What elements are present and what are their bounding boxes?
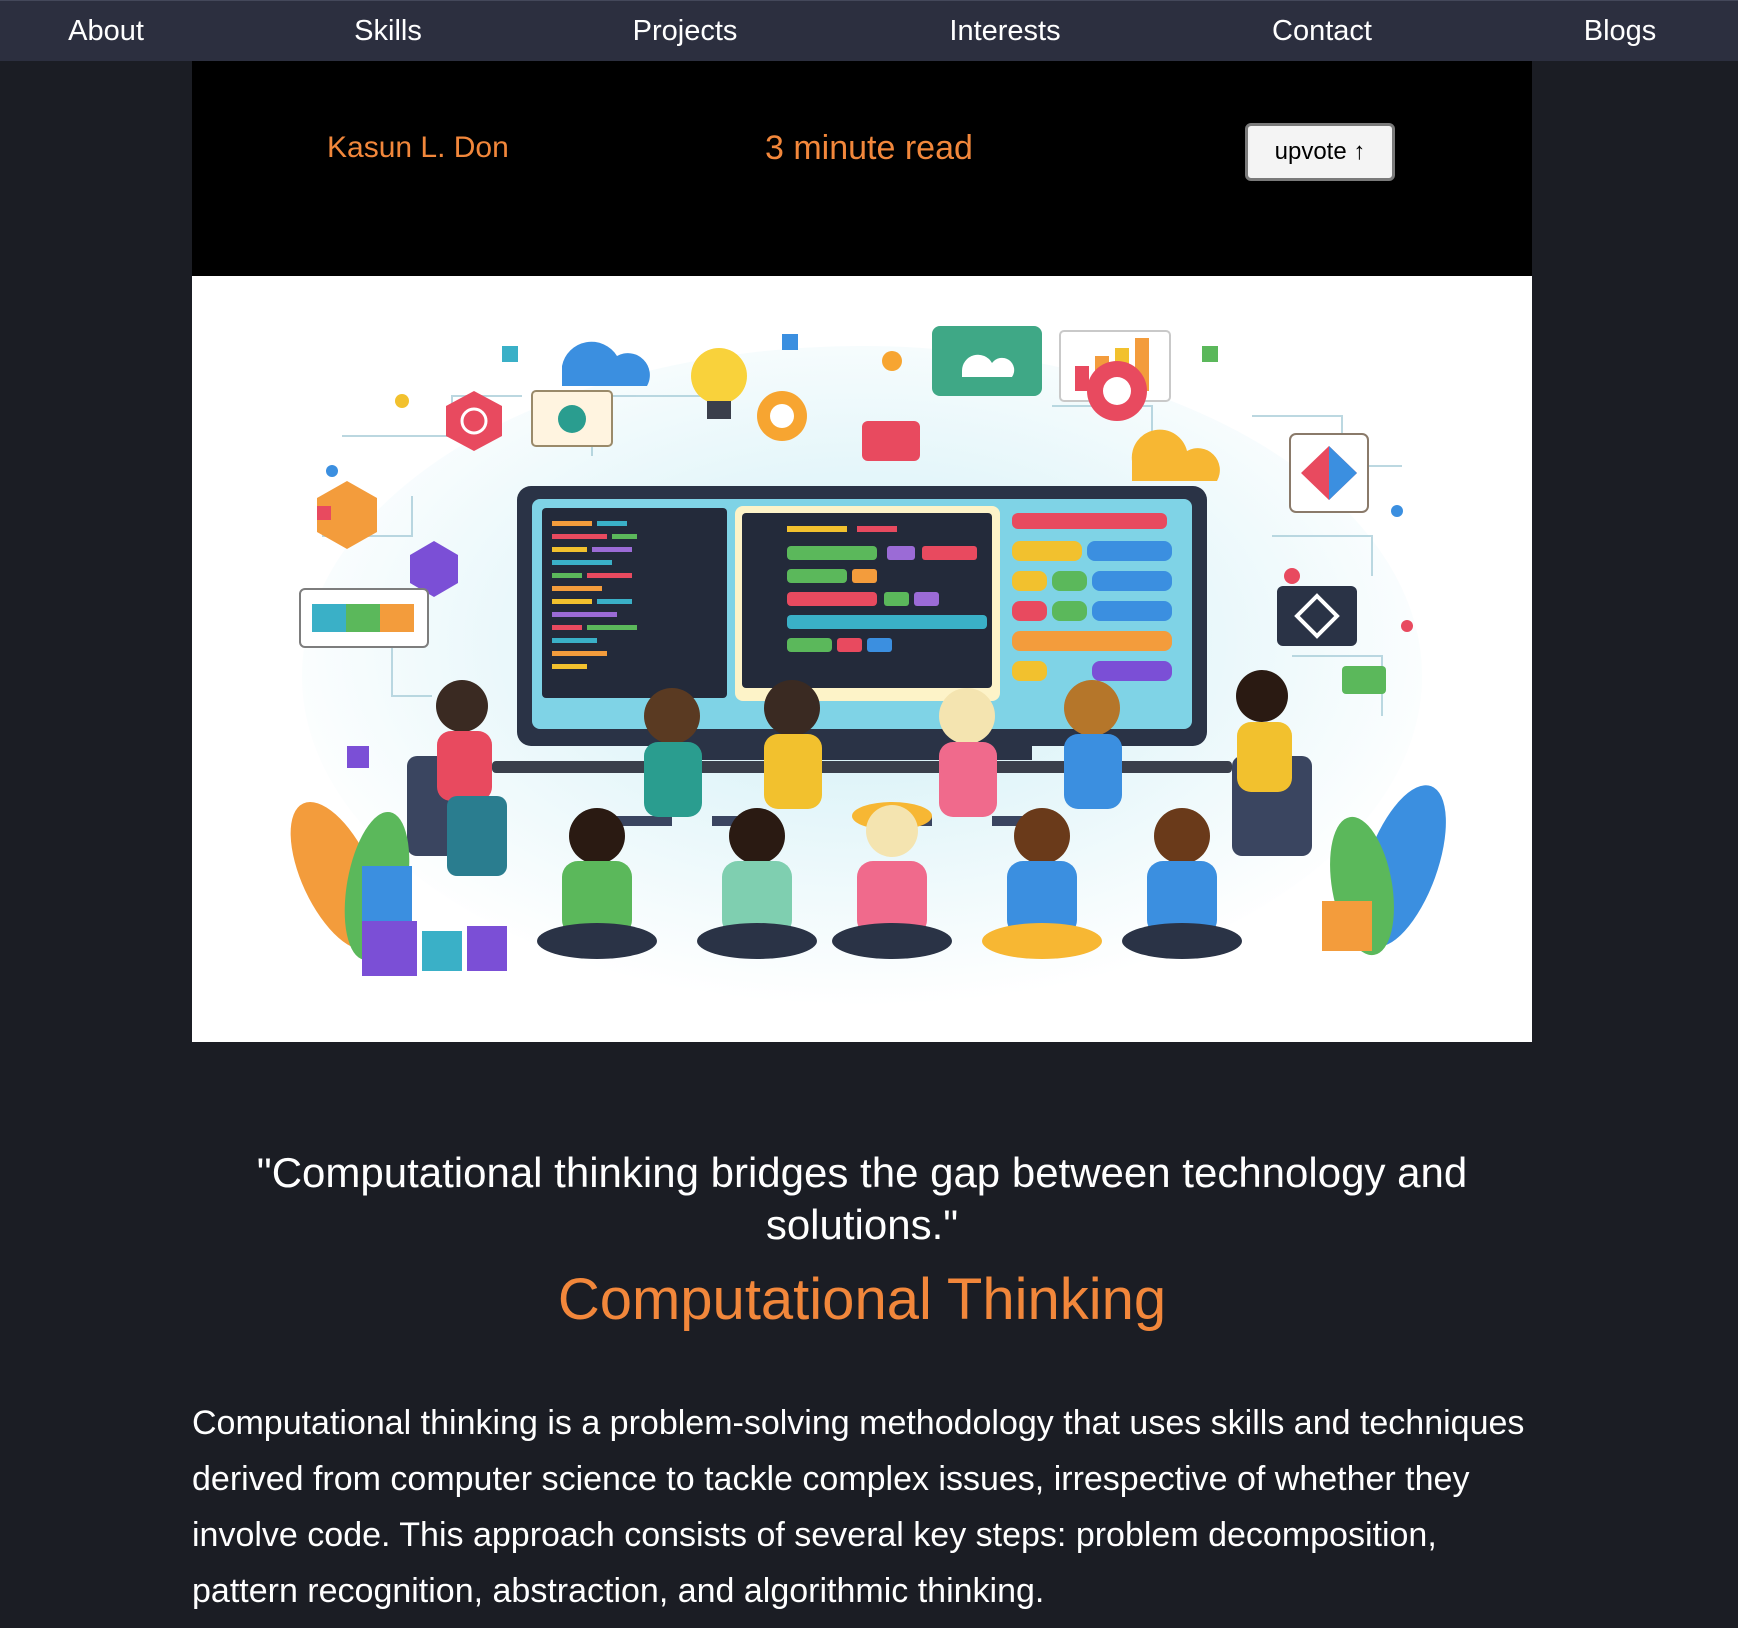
kids-coding-illustration [290, 326, 1446, 1006]
section-paragraph: Computational thinking is a problem-solv… [192, 1404, 1525, 1610]
upvote-button[interactable]: upvote ↑ [1245, 123, 1395, 181]
pull-quote: "Computational thinking bridges the gap … [256, 1149, 1468, 1248]
nav-link-interests[interactable]: Interests [949, 1, 1060, 62]
nav-link-contact[interactable]: Contact [1272, 1, 1372, 62]
author-name: Kasun L. Don [327, 131, 509, 164]
post-meta-bar: Kasun L. Don 3 minute read upvote ↑ [192, 61, 1532, 276]
section-heading: Computational Thinking [557, 1267, 1167, 1332]
read-time: 3 minute read [765, 129, 973, 167]
nav-link-about[interactable]: About [68, 1, 144, 62]
nav-link-projects[interactable]: Projects [633, 1, 738, 62]
top-navigation: About Skills Projects Interests Contact … [0, 0, 1738, 61]
nav-link-blogs[interactable]: Blogs [1584, 1, 1657, 62]
hero-illustration [192, 276, 1532, 1042]
nav-link-skills[interactable]: Skills [354, 1, 422, 62]
